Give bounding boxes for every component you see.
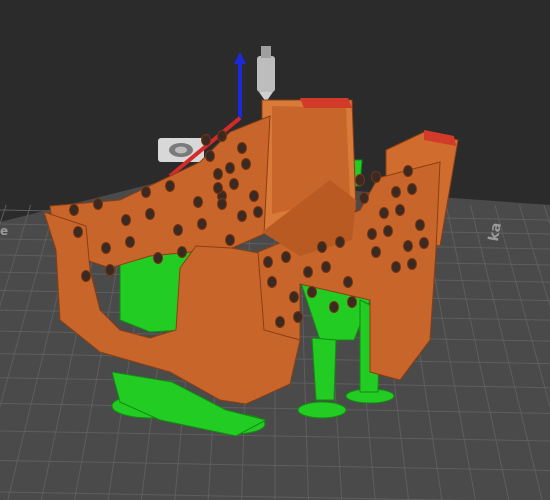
bed-label-right: ka [485,221,505,243]
hole [241,158,251,170]
scene-canvas[interactable] [0,0,550,500]
hole [201,134,211,146]
hole [321,261,331,273]
printer-logo-icon [158,138,204,162]
hole [125,236,135,248]
hole [293,311,303,323]
3d-viewport[interactable]: ka e [0,0,550,500]
hole [355,174,365,186]
hole [391,261,401,273]
hole [383,225,393,237]
hole [347,296,357,308]
hole [205,150,215,162]
hole [225,162,235,174]
hole [359,192,369,204]
hole [415,219,425,231]
hole [329,301,339,313]
hole [281,251,291,263]
hole [93,198,103,210]
hole [419,237,429,249]
hole [335,236,345,248]
z-axis-arrowhead [234,52,246,64]
hole [193,196,203,208]
hole [213,182,223,194]
hole [249,190,259,202]
hole [403,240,413,252]
hole [253,206,263,218]
hole [367,228,377,240]
hole [403,165,413,177]
hole [317,241,327,253]
hole [217,198,227,210]
hole [177,246,187,258]
bed-label-left: e [0,224,9,238]
hole [343,276,353,288]
hole [371,171,381,183]
hole [391,186,401,198]
hole [81,270,91,282]
hole [73,226,83,238]
hole [145,208,155,220]
hole [213,168,223,180]
hole [267,276,277,288]
hole [173,224,183,236]
hole [379,207,389,219]
hole [153,252,163,264]
hole [407,258,417,270]
hole [141,186,151,198]
hole [229,178,239,190]
hole [69,204,79,216]
hole [237,210,247,222]
hole [289,291,299,303]
nozzle-icon [257,46,275,102]
hole [407,183,417,195]
hole [303,266,313,278]
hole [121,214,131,226]
hole [307,286,317,298]
hole [225,234,235,246]
hole [217,130,227,142]
hole [105,264,115,276]
hole [275,316,285,328]
hole [101,242,111,254]
hole [165,180,175,192]
hole [263,256,273,268]
hole [395,204,405,216]
hole [371,246,381,258]
hole [237,142,247,154]
hole [197,218,207,230]
